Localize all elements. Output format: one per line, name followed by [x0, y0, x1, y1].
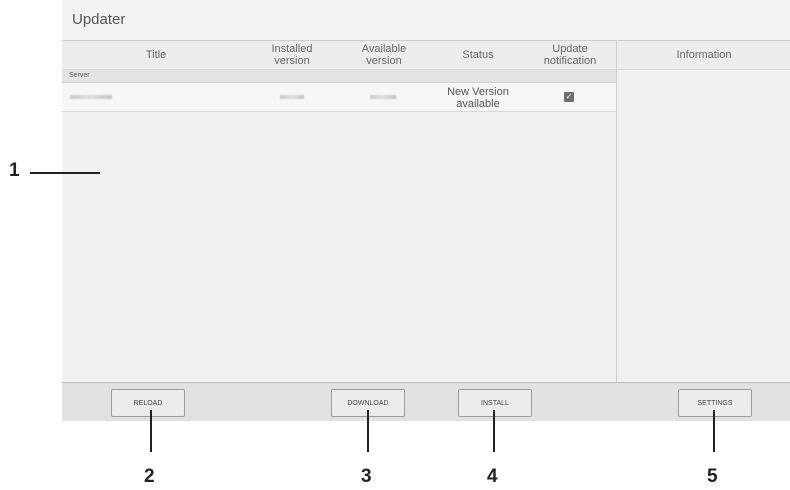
callout-3: 3	[361, 466, 372, 487]
header-title[interactable]: Title	[62, 41, 250, 69]
callout-1-line	[30, 172, 100, 174]
redacted-installed-version	[280, 95, 304, 99]
header-status[interactable]: Status	[436, 41, 520, 69]
group-label: Server	[69, 72, 90, 79]
callout-3-line	[367, 410, 369, 452]
callout-2: 2	[144, 466, 155, 487]
install-button[interactable]: INSTALL	[458, 389, 532, 417]
callout-5: 5	[707, 466, 718, 487]
header-update-notification[interactable]: Update notification	[528, 41, 612, 69]
table-row[interactable]: New Version available ✓	[62, 83, 616, 112]
reload-button[interactable]: RELOAD	[111, 389, 185, 417]
callout-4: 4	[487, 466, 498, 487]
callout-4-line	[493, 410, 495, 452]
header-installed-version[interactable]: Installed version	[250, 41, 334, 69]
software-table: Title Installed version Available versio…	[62, 41, 616, 382]
button-bar: RELOAD DOWNLOAD INSTALL SETTINGS	[62, 382, 790, 421]
table-header: Title Installed version Available versio…	[62, 41, 616, 70]
information-panel: Information	[616, 41, 790, 382]
callout-1: 1	[9, 160, 20, 181]
update-notification-checkbox[interactable]: ✓	[564, 92, 574, 102]
check-icon: ✓	[565, 92, 573, 101]
settings-button[interactable]: SETTINGS	[678, 389, 752, 417]
callout-2-line	[150, 410, 152, 452]
status-cell: New Version available	[447, 86, 509, 110]
header-available-version[interactable]: Available version	[334, 41, 434, 69]
updater-window: Updater Title Installed version Availabl…	[62, 0, 790, 421]
callout-5-line	[713, 410, 715, 452]
title-bar: Updater	[62, 0, 790, 41]
app-title: Updater	[72, 11, 126, 28]
redacted-available-version	[370, 95, 396, 99]
redacted-title	[70, 95, 112, 99]
information-header: Information	[617, 41, 790, 70]
group-header-server: Server	[62, 70, 616, 83]
